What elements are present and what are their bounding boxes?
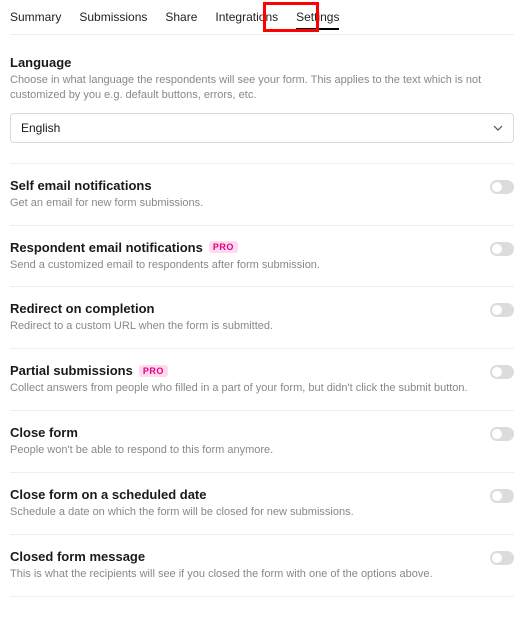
close-form-desc: People won't be able to respond to this … — [10, 443, 490, 458]
self-email-toggle[interactable] — [490, 180, 514, 194]
respondent-email-desc: Send a customized email to respondents a… — [10, 258, 490, 273]
tab-summary[interactable]: Summary — [10, 8, 61, 26]
close-scheduled-title: Close form on a scheduled date — [10, 487, 490, 502]
partial-toggle[interactable] — [490, 365, 514, 379]
section-partial: Partial submissions PRO Collect answers … — [10, 349, 514, 411]
language-select[interactable]: English — [10, 113, 514, 143]
tab-settings[interactable]: Settings — [296, 8, 339, 26]
tab-share[interactable]: Share — [165, 8, 197, 26]
tabs-bar: Summary Submissions Share Integrations S… — [10, 8, 514, 35]
self-email-title: Self email notifications — [10, 178, 490, 193]
partial-title: Partial submissions — [10, 363, 133, 378]
redirect-desc: Redirect to a custom URL when the form i… — [10, 319, 490, 334]
respondent-email-toggle[interactable] — [490, 242, 514, 256]
section-close-form: Close form People won't be able to respo… — [10, 411, 514, 473]
pro-badge: PRO — [139, 365, 168, 377]
close-scheduled-toggle[interactable] — [490, 489, 514, 503]
section-redirect: Redirect on completion Redirect to a cus… — [10, 287, 514, 349]
close-form-toggle[interactable] — [490, 427, 514, 441]
partial-desc: Collect answers from people who filled i… — [10, 381, 490, 396]
closed-message-title: Closed form message — [10, 549, 490, 564]
section-closed-message: Closed form message This is what the rec… — [10, 535, 514, 597]
closed-message-desc: This is what the recipients will see if … — [10, 567, 490, 582]
self-email-desc: Get an email for new form submissions. — [10, 196, 490, 211]
section-respondent-email: Respondent email notifications PRO Send … — [10, 226, 514, 288]
section-language: Language Choose in what language the res… — [10, 55, 514, 164]
tab-integrations[interactable]: Integrations — [215, 8, 278, 26]
section-self-email: Self email notifications Get an email fo… — [10, 164, 514, 226]
language-desc: Choose in what language the respondents … — [10, 73, 514, 103]
close-scheduled-desc: Schedule a date on which the form will b… — [10, 505, 490, 520]
redirect-toggle[interactable] — [490, 303, 514, 317]
chevron-down-icon — [493, 123, 503, 133]
tab-submissions[interactable]: Submissions — [79, 8, 147, 26]
close-form-title: Close form — [10, 425, 490, 440]
language-value: English — [21, 121, 60, 135]
closed-message-toggle[interactable] — [490, 551, 514, 565]
language-title: Language — [10, 55, 514, 70]
respondent-email-title: Respondent email notifications — [10, 240, 203, 255]
redirect-title: Redirect on completion — [10, 301, 490, 316]
section-close-scheduled: Close form on a scheduled date Schedule … — [10, 473, 514, 535]
pro-badge: PRO — [209, 241, 238, 253]
